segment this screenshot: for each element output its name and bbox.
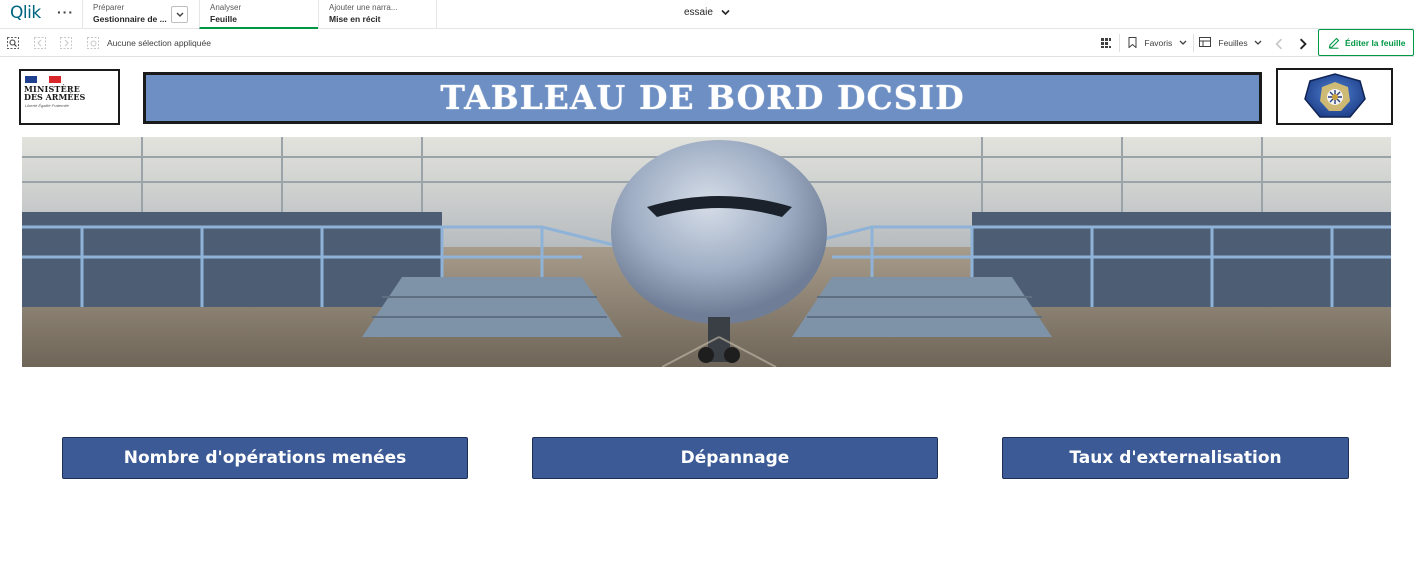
chevron-down-icon (721, 9, 730, 16)
dashboard-title-banner: TABLEAU DE BORD DCSID (143, 72, 1262, 124)
favorites-label: Favoris (1144, 38, 1173, 48)
prepare-dropdown-button[interactable] (171, 6, 188, 23)
edit-sheet-button[interactable]: Éditer la feuille (1318, 29, 1414, 56)
bookmark-icon (1128, 37, 1137, 49)
app-title: essaie (684, 7, 713, 18)
toolbar-separator (1193, 34, 1194, 52)
french-flag-icon (25, 76, 61, 83)
sheets-label: Feuilles (1218, 38, 1248, 48)
tab-analyze-label: Feuille (210, 14, 237, 24)
operations-count-button[interactable]: Nombre d'opérations menées (62, 437, 468, 479)
ministry-logo: MINISTÈRE DES ARMÉES Liberté Égalité Fra… (19, 69, 120, 125)
chevron-down-icon (176, 12, 184, 17)
more-options-button[interactable]: ··· (57, 4, 74, 20)
tab-storytelling-label: Mise en récit (329, 14, 381, 24)
favorites-button[interactable]: Favoris (1128, 36, 1187, 50)
edit-pencil-icon (1328, 37, 1340, 49)
ministry-logo-motto: Liberté Égalité Fraternité (25, 103, 69, 108)
tab-analyze-category: Analyser (210, 3, 242, 12)
app-title-dropdown[interactable]: essaie (684, 7, 730, 18)
unit-emblem (1276, 68, 1393, 125)
ministry-logo-line2: DES ARMÉES (24, 92, 86, 102)
tab-storytelling-category: Ajouter une narra... (329, 3, 398, 12)
top-navigation-bar: Qlik ··· Préparer Gestionnaire de ... An… (0, 0, 1414, 29)
edit-sheet-label: Éditer la feuille (1345, 38, 1406, 48)
selection-status: Aucune sélection appliquée (107, 38, 211, 48)
chevron-down-icon (1254, 40, 1262, 45)
outsourcing-rate-button[interactable]: Taux d'externalisation (1002, 437, 1349, 479)
chevron-down-icon (1179, 40, 1187, 45)
sheet-canvas: MINISTÈRE DES ARMÉES Liberté Égalité Fra… (0, 57, 1414, 575)
aircraft-photo-illustration (22, 137, 1391, 367)
toolbar-separator (1119, 34, 1120, 52)
smart-search-icon[interactable] (7, 37, 19, 49)
clear-selections-icon[interactable] (87, 37, 99, 49)
unit-emblem-icon (1304, 73, 1366, 118)
selection-toolbar: Aucune sélection appliquée Favoris Feuil… (0, 29, 1414, 57)
dashboard-title: TABLEAU DE BORD DCSID (440, 78, 965, 117)
tab-storytelling[interactable]: Ajouter une narra... Mise en récit (318, 0, 437, 29)
previous-sheet-icon[interactable] (1273, 38, 1285, 50)
tab-analyze[interactable]: Analyser Feuille (199, 0, 318, 29)
next-sheet-icon[interactable] (1297, 38, 1309, 50)
sheets-icon (1199, 37, 1211, 47)
qlik-logo[interactable]: Qlik (10, 3, 41, 23)
step-back-icon[interactable] (34, 37, 46, 49)
grid-icon[interactable] (1100, 37, 1112, 49)
step-forward-icon[interactable] (60, 37, 72, 49)
troubleshooting-button[interactable]: Dépannage (532, 437, 938, 479)
sheets-button[interactable]: Feuilles (1199, 36, 1262, 50)
hangar-aircraft-image (22, 137, 1391, 367)
